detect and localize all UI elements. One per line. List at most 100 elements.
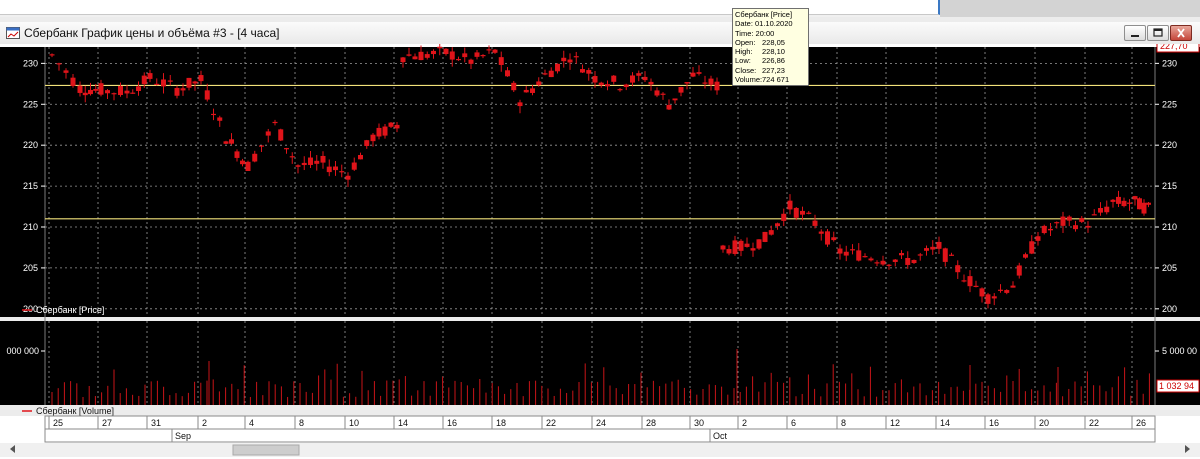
candle-body[interactable] <box>702 82 708 84</box>
candle-body[interactable] <box>530 88 535 93</box>
candle-body[interactable] <box>1141 202 1147 214</box>
candle-body[interactable] <box>105 90 110 94</box>
candle-body[interactable] <box>775 223 780 227</box>
candle-body[interactable] <box>678 87 684 93</box>
candle-body[interactable] <box>837 248 843 254</box>
candle-body[interactable] <box>1060 216 1066 226</box>
candle-body[interactable] <box>793 207 799 218</box>
candle-body[interactable] <box>265 131 271 136</box>
candle-body[interactable] <box>1116 196 1121 204</box>
candle-body[interactable] <box>443 48 449 55</box>
candle-body[interactable] <box>486 49 492 51</box>
candle-body[interactable] <box>468 59 474 64</box>
candle-body[interactable] <box>63 70 69 73</box>
candle-body[interactable] <box>818 231 824 234</box>
horizontal-scrollbar[interactable] <box>0 443 1200 457</box>
candle-body[interactable] <box>1010 285 1016 288</box>
candle-body[interactable] <box>234 151 240 158</box>
candle-body[interactable] <box>1098 208 1103 213</box>
candle-body[interactable] <box>418 51 424 61</box>
candle-body[interactable] <box>1066 216 1072 221</box>
candle-body[interactable] <box>1035 236 1041 241</box>
scrollbar-thumb[interactable] <box>232 444 300 456</box>
candle-body[interactable] <box>308 157 313 165</box>
candle-body[interactable] <box>1054 222 1060 224</box>
candle-body[interactable] <box>917 254 923 256</box>
candle-body[interactable] <box>979 288 985 297</box>
candle-body[interactable] <box>744 243 750 247</box>
candle-body[interactable] <box>648 81 654 85</box>
candle-body[interactable] <box>611 75 617 82</box>
candle-body[interactable] <box>498 57 504 65</box>
candle-body[interactable] <box>592 76 598 83</box>
candle-body[interactable] <box>1016 265 1022 276</box>
candle-body[interactable] <box>660 93 666 95</box>
candle-body[interactable] <box>605 84 610 87</box>
candle-body[interactable] <box>98 83 104 95</box>
candle-body[interactable] <box>259 145 264 147</box>
volume-panel[interactable] <box>0 321 1200 405</box>
chart-area[interactable]: 200 200205 205210 210215 215220 220225 225230 2… <box>0 44 1200 459</box>
candle-body[interactable] <box>49 54 55 56</box>
candle-body[interactable] <box>580 69 585 73</box>
candle-body[interactable] <box>720 245 726 250</box>
candle-body[interactable] <box>174 88 180 96</box>
candle-body[interactable] <box>831 237 837 241</box>
candle-body[interactable] <box>768 230 774 235</box>
candle-body[interactable] <box>474 52 480 57</box>
candle-body[interactable] <box>654 90 660 96</box>
candle-body[interactable] <box>1048 228 1053 231</box>
candle-body[interactable] <box>696 72 702 74</box>
candle-body[interactable] <box>394 124 400 129</box>
candle-body[interactable] <box>88 89 93 95</box>
candle-body[interactable] <box>431 50 436 55</box>
candle-body[interactable] <box>130 92 136 94</box>
candle-body[interactable] <box>141 75 147 85</box>
candle-body[interactable] <box>358 155 363 160</box>
candle-body[interactable] <box>756 239 762 249</box>
candle-body[interactable] <box>456 58 461 61</box>
candle-body[interactable] <box>623 84 629 88</box>
candle-body[interactable] <box>82 92 88 96</box>
maximize-button[interactable] <box>1147 25 1169 41</box>
candle-body[interactable] <box>301 162 307 166</box>
candle-body[interactable] <box>924 248 929 251</box>
candle-body[interactable] <box>732 240 738 254</box>
candle-body[interactable] <box>1029 241 1035 254</box>
candle-body[interactable] <box>856 250 862 261</box>
candle-body[interactable] <box>850 249 855 251</box>
candle-body[interactable] <box>229 139 234 144</box>
candle-body[interactable] <box>1110 199 1116 202</box>
candle-body[interactable] <box>542 73 548 75</box>
candle-body[interactable] <box>523 89 529 93</box>
candle-body[interactable] <box>167 80 173 82</box>
price-panel[interactable] <box>0 47 1200 317</box>
candle-body[interactable] <box>781 213 787 221</box>
candle-body[interactable] <box>636 73 642 76</box>
candle-body[interactable] <box>400 57 406 63</box>
candle-body[interactable] <box>333 166 338 171</box>
candle-body[interactable] <box>573 56 579 58</box>
candle-body[interactable] <box>339 171 345 173</box>
candle-body[interactable] <box>192 81 198 84</box>
candle-body[interactable] <box>561 57 567 62</box>
close-button[interactable] <box>1170 25 1192 41</box>
candle-body[interactable] <box>886 264 892 266</box>
candle-body[interactable] <box>973 285 979 287</box>
candle-body[interactable] <box>874 262 880 264</box>
candle-body[interactable] <box>56 63 62 65</box>
candle-body[interactable] <box>118 85 123 96</box>
candle-body[interactable] <box>284 148 289 150</box>
candle-body[interactable] <box>1146 202 1151 205</box>
candle-body[interactable] <box>812 220 818 226</box>
candle-body[interactable] <box>998 289 1003 291</box>
candle-body[interactable] <box>825 231 830 245</box>
candle-body[interactable] <box>278 129 284 141</box>
candle-body[interactable] <box>211 113 216 116</box>
candle-body[interactable] <box>186 77 192 88</box>
candle-body[interactable] <box>642 76 648 81</box>
candle-body[interactable] <box>536 81 542 86</box>
candle-body[interactable] <box>161 79 166 87</box>
candle-body[interactable] <box>376 127 382 137</box>
candle-body[interactable] <box>480 55 486 57</box>
